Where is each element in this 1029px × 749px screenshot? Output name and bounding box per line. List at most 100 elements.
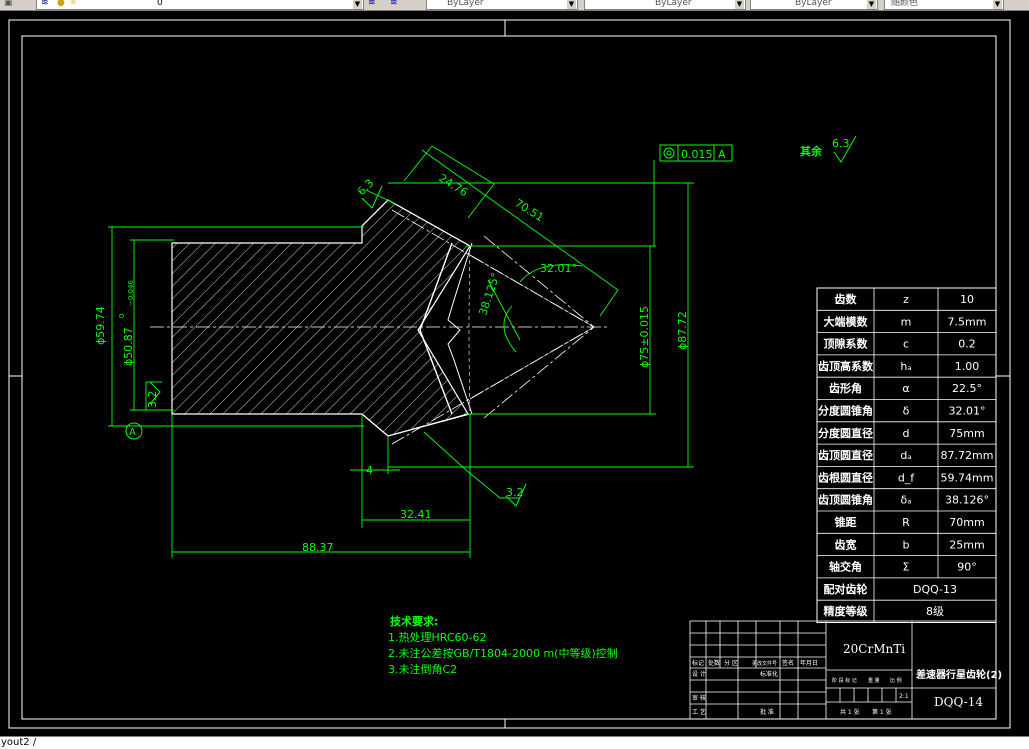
param-name: 齿顶圆锥角: [818, 493, 873, 507]
color-value: ByLayer: [447, 0, 484, 8]
param-symbol: m: [901, 315, 912, 328]
plotstyle-dropdown[interactable]: 随颜色 ▼: [884, 0, 1004, 10]
param-value: 22.5°: [952, 382, 982, 395]
param-value: 1.00: [955, 360, 980, 373]
tb-sheet: 第 1 张: [872, 708, 892, 716]
lineweight-dropdown[interactable]: ByLayer ▼: [750, 0, 878, 10]
drawing-canvas[interactable]: 0.015 A A ϕ59.74 ϕ50.87 0 −0.046 ϕ75±0.0…: [0, 10, 1029, 736]
param-name: 顶隙系数: [824, 337, 869, 351]
param-name: 分度圆锥角: [818, 404, 873, 418]
tech-requirements: 技术要求: 1.热处理HRC60-62 2.未注公差按GB/T1804-2000…: [388, 614, 618, 676]
param-name: 轴交角: [829, 560, 862, 574]
param-value: 25mm: [949, 538, 984, 551]
accuracy-value: 8级: [926, 605, 944, 618]
linetype-value: ByLayer: [655, 0, 692, 8]
dim-d8772: ϕ87.72: [676, 311, 689, 350]
dim-2476: 24.76: [436, 172, 470, 200]
layer-dropdown[interactable]: ≋ ● ☼ 0 ▼: [36, 0, 364, 10]
param-value: 32.01°: [949, 405, 986, 418]
param-value: 38.126°: [945, 494, 989, 507]
param-value: 90°: [957, 561, 977, 574]
roughness-chamfer-value: 6.3: [355, 177, 377, 199]
dim-3241: 32.41: [400, 508, 432, 521]
tb-sign: 签名: [782, 659, 794, 667]
mating-value: DQQ-13: [913, 583, 957, 596]
gear-section: [171, 199, 473, 437]
tb-date: 年月日: [800, 659, 818, 667]
tb-mark: 标记: [692, 659, 704, 667]
dim-ang3201: 32.01°: [540, 262, 577, 275]
param-value: 0.2: [958, 338, 976, 351]
chevron-down-icon[interactable]: ▼: [567, 0, 576, 9]
tb-change-doc: 更改文件号: [752, 660, 777, 667]
param-symbol: δₐ: [900, 494, 911, 507]
dim-d5087-upper: 0: [118, 314, 126, 318]
param-symbol: α: [902, 382, 909, 395]
accuracy-label: 精度等级: [824, 604, 869, 618]
param-name: 大端模数: [824, 314, 869, 328]
make-current-layer-icon[interactable]: ≋: [368, 0, 376, 9]
param-value: 70mm: [949, 516, 984, 529]
tech-req-title: 技术要求:: [390, 614, 438, 628]
tb-process: 工 艺: [692, 708, 706, 716]
tb-scale: 2:1: [899, 693, 909, 700]
param-symbol: b: [903, 538, 910, 551]
tolerance-frame: 0.015 A: [659, 144, 733, 162]
dim-d5087-lower: −0.046: [127, 280, 135, 306]
param-symbol: δ: [903, 405, 910, 418]
chevron-down-icon[interactable]: ▼: [353, 0, 362, 9]
tolerance-datum: A: [718, 148, 726, 161]
tech-req-item-1: 1.热处理HRC60-62: [388, 631, 487, 644]
tb-material: 20CrMnTi: [843, 642, 905, 656]
dim-d5974: ϕ59.74: [94, 306, 107, 345]
tolerance-value: 0.015: [681, 148, 713, 161]
tb-zone: 分 区: [724, 659, 738, 667]
param-name: 分度圆直径: [818, 426, 873, 440]
tb-scale-label: 比 例: [890, 677, 902, 684]
tech-req-item-3: 3.未注倒角C2: [388, 662, 457, 676]
param-value: 87.72mm: [941, 449, 994, 462]
roughness-other-value: 6.3: [832, 137, 850, 150]
layer-name: 0: [157, 0, 163, 8]
param-symbol: d_f: [898, 471, 915, 484]
layout-tab-bar: yout2 /: [0, 736, 1029, 749]
lineweight-value: ByLayer: [795, 0, 832, 8]
dim-ang38125: 38.125°: [476, 271, 502, 317]
param-name: 齿宽: [835, 537, 857, 551]
layout-tab[interactable]: yout2 /: [0, 737, 36, 749]
param-value: 7.5mm: [948, 315, 987, 328]
layer-state-icon[interactable]: ▣: [4, 0, 13, 9]
param-value: 75mm: [949, 427, 984, 440]
tb-standardize: 标准化: [760, 670, 778, 678]
tb-review: 审 核: [692, 694, 706, 702]
color-dropdown[interactable]: ByLayer ▼: [426, 0, 578, 10]
dim-d5087: ϕ50.87: [122, 327, 135, 366]
tech-req-item-2: 2.未注公差按GB/T1804-2000 m(中等级)控制: [388, 646, 618, 660]
tb-part-name: 差速器行星齿轮(2): [916, 668, 1002, 681]
tb-drawing-no: DQQ-14: [934, 695, 983, 709]
param-name: 齿顶圆直径: [818, 448, 873, 462]
param-symbol: hₐ: [900, 360, 911, 373]
other-roughness-label: 其余: [800, 144, 823, 158]
chevron-down-icon[interactable]: ▼: [993, 0, 1002, 9]
param-symbol: R: [902, 516, 910, 529]
datum-label: A: [129, 427, 136, 438]
lightbulb-icon: ●: [57, 0, 65, 8]
dim-8837: 88.37: [302, 541, 334, 554]
param-symbol: Σ: [903, 561, 910, 574]
dim-d75: ϕ75±0.015: [638, 306, 651, 368]
param-name: 齿顶高系数: [818, 359, 874, 373]
chevron-down-icon[interactable]: ▼: [735, 0, 744, 9]
linetype-dropdown[interactable]: ByLayer ▼: [584, 0, 746, 10]
layer-stack-icon: ≋: [41, 0, 49, 8]
tb-approve: 批 准: [760, 708, 774, 716]
chevron-down-icon[interactable]: ▼: [867, 0, 876, 9]
roughness-bore-value: 3.2: [146, 391, 159, 409]
param-symbol: d: [903, 427, 910, 440]
param-name: 齿根圆直径: [818, 470, 873, 484]
tb-sheets: 共 1 张: [840, 708, 860, 716]
dim-7051: 70.51: [512, 197, 546, 225]
param-symbol: z: [903, 293, 909, 306]
layer-previous-icon[interactable]: ≋: [390, 0, 398, 9]
param-symbol: dₐ: [900, 449, 911, 462]
